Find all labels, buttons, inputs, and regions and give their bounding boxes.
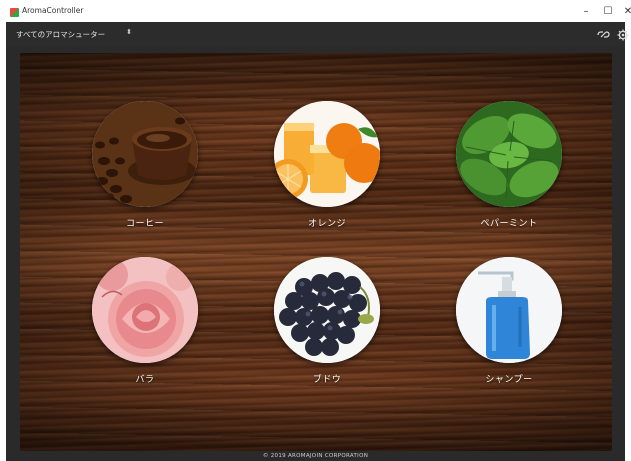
scent-tile-peppermint[interactable]: ペパーミント — [449, 101, 569, 241]
scent-label: オレンジ — [307, 219, 346, 229]
scent-label: バラ — [135, 375, 155, 385]
minimize-button[interactable]: – — [576, 3, 596, 19]
toolbar: すべてのアロマシューター ⬍ — [6, 22, 629, 47]
rose-image — [92, 257, 198, 363]
grape-image — [274, 257, 380, 363]
peppermint-image — [456, 101, 562, 207]
coffee-image — [92, 101, 198, 207]
select-caret-icon: ⬍ — [126, 28, 132, 36]
scent-panel: コーヒー オレンジ ペパーミント バラ ブドウ シャンプー — [6, 47, 625, 452]
link-icon[interactable] — [596, 28, 610, 41]
scent-tile-rose[interactable]: バラ — [85, 257, 205, 397]
copyright-footer: © 2019 AROMAJOIN CORPORATION — [6, 452, 625, 461]
gear-icon[interactable] — [616, 28, 630, 41]
scent-label: ブドウ — [312, 375, 342, 385]
device-select-value: すべてのアロマシューター — [16, 30, 106, 39]
scent-label: ペパーミント — [480, 219, 538, 229]
scent-label: シャンプー — [485, 375, 533, 385]
window-title: AromaController — [22, 6, 84, 15]
scent-tile-grape[interactable]: ブドウ — [267, 257, 387, 397]
scent-tile-shampoo[interactable]: シャンプー — [449, 257, 569, 397]
scent-tile-orange[interactable]: オレンジ — [267, 101, 387, 241]
maximize-button[interactable]: ☐ — [598, 3, 618, 19]
orange-image — [274, 101, 380, 207]
app-logo-icon — [10, 8, 19, 17]
device-select[interactable]: すべてのアロマシューター ⬍ — [16, 28, 136, 41]
title-bar: AromaController – ☐ ✕ — [0, 0, 631, 22]
close-button[interactable]: ✕ — [618, 3, 631, 19]
shampoo-image — [456, 257, 562, 363]
scent-label: コーヒー — [125, 219, 164, 229]
scent-tile-coffee[interactable]: コーヒー — [85, 101, 205, 241]
